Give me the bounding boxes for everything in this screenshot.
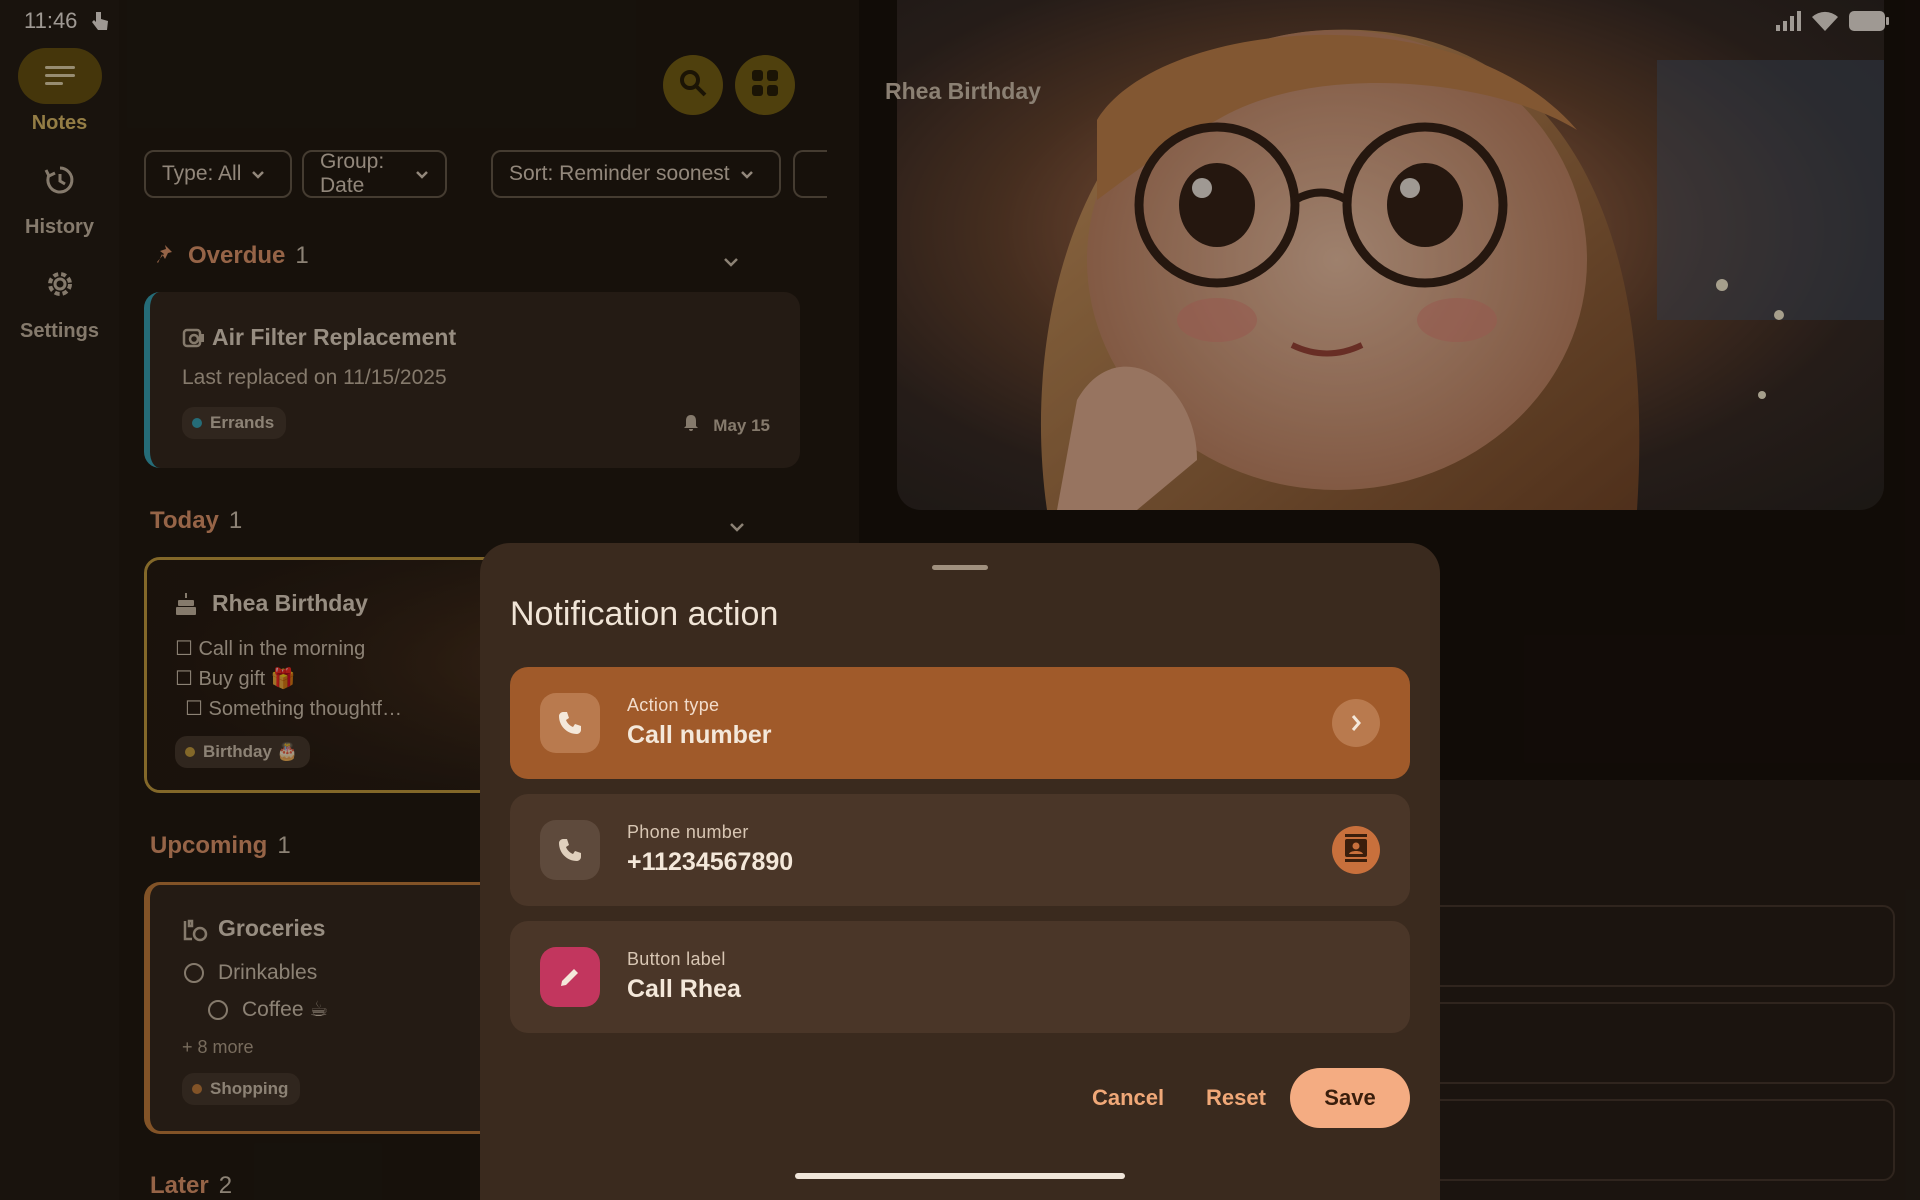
phone-icon: [540, 693, 600, 753]
option-value: Call number: [627, 721, 772, 749]
cancel-button[interactable]: Cancel: [1092, 1085, 1164, 1111]
option-value: Call Rhea: [627, 975, 741, 1003]
notification-action-sheet: Notification action Action type Call num…: [480, 543, 1440, 1200]
phone-icon: [540, 820, 600, 880]
pencil-icon: [540, 947, 600, 1007]
phone-number-option[interactable]: Phone number +11234567890: [510, 794, 1410, 906]
chevron-right-icon[interactable]: [1332, 699, 1380, 747]
reset-button[interactable]: Reset: [1206, 1085, 1266, 1111]
option-label: Button label: [627, 949, 726, 969]
contacts-picker-button[interactable]: [1332, 826, 1380, 874]
sheet-title: Notification action: [510, 595, 779, 633]
gesture-home-bar[interactable]: [795, 1173, 1125, 1179]
save-button[interactable]: Save: [1290, 1068, 1410, 1128]
option-value: +11234567890: [627, 848, 794, 876]
option-label: Action type: [627, 695, 720, 715]
drag-handle[interactable]: [932, 565, 988, 570]
button-label-option[interactable]: Button label Call Rhea: [510, 921, 1410, 1033]
option-label: Phone number: [627, 822, 749, 842]
action-type-option[interactable]: Action type Call number: [510, 667, 1410, 779]
contact-card-icon: [1343, 833, 1369, 867]
